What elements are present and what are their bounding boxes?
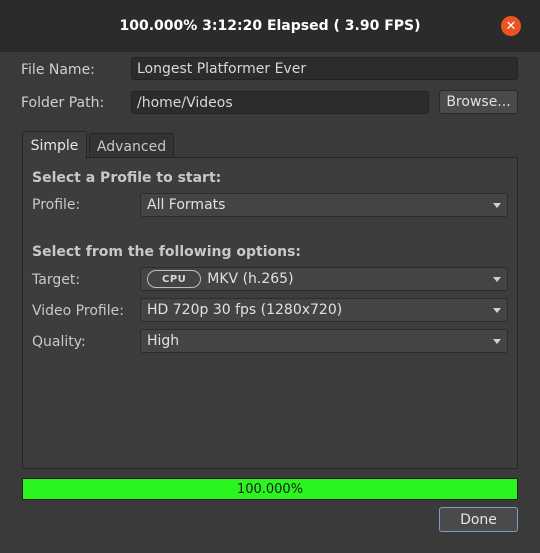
target-value: MKV (h.265) <box>207 271 294 287</box>
quality-label: Quality: <box>32 334 86 350</box>
window-title: 100.000% 3:12:20 Elapsed ( 3.90 FPS) <box>119 18 421 34</box>
chevron-down-icon <box>493 202 501 208</box>
folder-path-value: /home/Videos <box>137 94 233 111</box>
profile-value: All Formats <box>147 197 226 213</box>
file-name-label: File Name: <box>21 62 95 78</box>
chevron-down-icon <box>493 276 501 282</box>
quality-combo[interactable]: High <box>140 329 508 353</box>
tab-simple[interactable]: Simple <box>22 131 87 159</box>
progress-text: 100.000% <box>236 481 304 497</box>
tab-advanced[interactable]: Advanced <box>89 133 174 159</box>
video-profile-label: Video Profile: <box>32 303 124 319</box>
target-combo[interactable]: CPU MKV (h.265) <box>140 267 508 291</box>
browse-button[interactable]: Browse... <box>439 90 518 114</box>
folder-path-label: Folder Path: <box>21 95 105 111</box>
file-name-field[interactable]: Longest Platformer Ever <box>131 57 518 80</box>
profile-label: Profile: <box>32 197 81 213</box>
chevron-down-icon <box>493 307 501 313</box>
progress-bar: 100.000% <box>22 478 518 500</box>
profile-combo[interactable]: All Formats <box>140 193 508 217</box>
folder-path-field[interactable]: /home/Videos <box>131 91 429 114</box>
simple-panel: Select a Profile to start: Profile: All … <box>22 157 518 469</box>
done-button[interactable]: Done <box>439 507 518 532</box>
quality-value: High <box>147 333 180 349</box>
close-button[interactable]: ✕ <box>501 16 521 36</box>
title-bar: 100.000% 3:12:20 Elapsed ( 3.90 FPS) ✕ <box>0 0 540 53</box>
video-profile-combo[interactable]: HD 720p 30 fps (1280x720) <box>140 298 508 322</box>
export-dialog: File Name: Longest Platformer Ever Folde… <box>0 52 540 553</box>
options-heading: Select from the following options: <box>32 244 302 260</box>
video-profile-value: HD 720p 30 fps (1280x720) <box>147 302 343 318</box>
close-icon: ✕ <box>505 18 517 34</box>
file-name-value: Longest Platformer Ever <box>137 60 307 77</box>
profile-heading: Select a Profile to start: <box>32 170 222 186</box>
target-label: Target: <box>32 272 81 288</box>
chevron-down-icon <box>493 338 501 344</box>
cpu-badge: CPU <box>147 270 202 288</box>
